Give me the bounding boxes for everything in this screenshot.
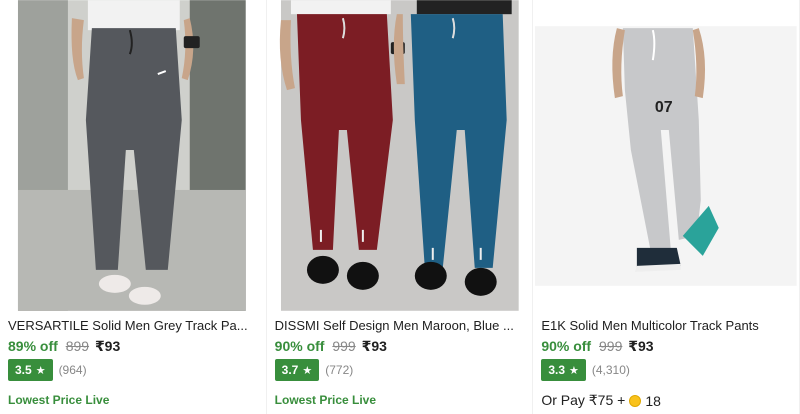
discount-label: 90% off bbox=[541, 338, 592, 354]
price-row: 90% off 999 ₹93 bbox=[541, 337, 653, 355]
price-row: 90% off 999 ₹93 bbox=[275, 337, 387, 355]
rating-badge: 3.3 ★ bbox=[541, 359, 586, 381]
rating-row: 3.7 ★ (772) bbox=[274, 359, 354, 381]
rating-badge: 3.7 ★ bbox=[274, 359, 320, 381]
product-card[interactable]: DISSMI Self Design Men Maroon, Blue ... … bbox=[266, 0, 534, 414]
rating-badge: 3.5 ★ bbox=[8, 359, 53, 381]
selling-price: ₹93 bbox=[94, 338, 121, 354]
discount-label: 90% off bbox=[274, 338, 325, 354]
product-title[interactable]: DISSMI Self Design Men Maroon, Blue ... bbox=[275, 317, 525, 335]
supercoin-pay-row: Or Pay ₹75 + 18 bbox=[541, 392, 661, 409]
product-image[interactable] bbox=[267, 0, 533, 311]
star-icon: ★ bbox=[569, 364, 579, 377]
pay-coins: 18 bbox=[645, 392, 661, 409]
selling-price: ₹93 bbox=[361, 338, 387, 354]
rating-value: 3.5 bbox=[15, 363, 32, 377]
review-count: (4,310) bbox=[591, 363, 630, 377]
rating-value: 3.3 bbox=[548, 363, 565, 377]
product-image[interactable] bbox=[0, 0, 266, 311]
review-count: (772) bbox=[325, 363, 354, 377]
lowest-price-tag: Lowest Price Live bbox=[274, 393, 377, 407]
product-card[interactable]: VERSARTILE Solid Men Grey Track Pa... 89… bbox=[0, 0, 267, 414]
price-row: 89% off 899 ₹93 bbox=[8, 337, 120, 355]
pay-prefix: Or Pay ₹75 + bbox=[541, 392, 626, 408]
product-title[interactable]: VERSARTILE Solid Men Grey Track Pa... bbox=[8, 317, 258, 335]
mrp-price: 999 bbox=[599, 338, 623, 354]
rating-row: 3.3 ★ (4,310) bbox=[541, 359, 630, 381]
rating-value: 3.7 bbox=[281, 363, 299, 377]
star-icon: ★ bbox=[302, 364, 313, 377]
product-grid: VERSARTILE Solid Men Grey Track Pa... 89… bbox=[0, 0, 800, 414]
mrp-price: 899 bbox=[65, 338, 90, 354]
product-image[interactable]: 07 bbox=[533, 0, 799, 311]
jersey-number: 07 bbox=[655, 99, 673, 116]
mrp-price: 999 bbox=[332, 338, 356, 354]
lowest-price-tag: Lowest Price Live bbox=[8, 393, 110, 407]
product-card[interactable]: 07 E1K Solid Men Multicolor Track Pants … bbox=[533, 0, 800, 414]
rating-row: 3.5 ★ (964) bbox=[8, 359, 87, 381]
selling-price: ₹93 bbox=[628, 338, 654, 354]
review-count: (964) bbox=[58, 363, 87, 377]
star-icon: ★ bbox=[35, 364, 46, 377]
supercoin-icon bbox=[629, 394, 642, 407]
discount-label: 89% off bbox=[8, 338, 58, 354]
product-title[interactable]: E1K Solid Men Multicolor Track Pants bbox=[541, 317, 791, 335]
